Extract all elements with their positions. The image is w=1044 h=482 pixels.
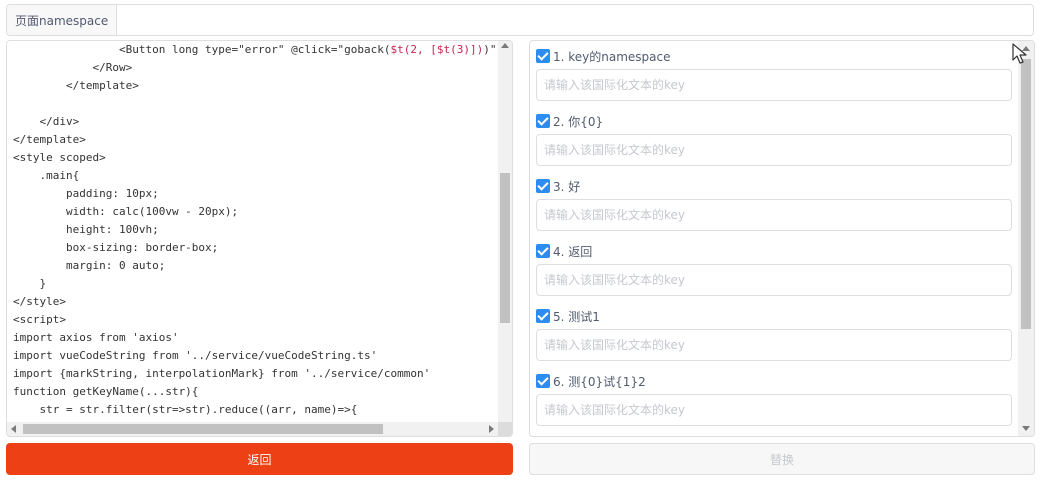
scroll-up-arrow-icon[interactable] (501, 43, 509, 48)
code-token: width: calc(100vw - 20px); (13, 205, 239, 218)
code-token: import axios from 'axios' (13, 331, 179, 344)
code-token: import vueCodeString from '../service/vu… (13, 349, 378, 362)
code-line: function getKeyName(...str){ (13, 383, 498, 401)
key-item-header: 3. 好 (536, 177, 1012, 195)
namespace-input-group: 页面namespace (6, 4, 1034, 36)
code-line: padding: 10px; (13, 185, 498, 203)
code-line: width: calc(100vw - 20px); (13, 203, 498, 221)
key-item-header: 2. 你{0} (536, 112, 1012, 130)
key-list-scroll-thumb[interactable] (1021, 59, 1031, 329)
code-token: padding: 10px; (13, 187, 159, 200)
code-token: <script> (13, 313, 66, 326)
code-token: </Row> (13, 61, 133, 74)
code-line: str = str.filter(str=>str).reduce((arr, … (13, 401, 498, 419)
checkbox-checked-icon[interactable] (536, 179, 550, 193)
code-highlight-token: $t(2, [$t(3)]) (390, 43, 484, 56)
back-button[interactable]: 返回 (6, 443, 513, 475)
code-line: <script> (13, 311, 498, 329)
key-item: 3. 好 (536, 177, 1012, 242)
code-token: </style> (13, 295, 66, 308)
code-line: .main{ (13, 167, 498, 185)
code-line: box-sizing: border-box; (13, 239, 498, 257)
code-token: .main{ (13, 169, 80, 182)
key-item-label: 2. 你{0} (553, 114, 604, 129)
code-token: str = str.filter(str=>str).reduce((arr, … (13, 403, 358, 416)
code-token: </div> (13, 115, 80, 128)
key-item-label: 6. 测{0}试{1}2 (553, 374, 646, 389)
checkbox-checked-icon[interactable] (536, 49, 550, 63)
scroll-right-arrow-icon[interactable] (489, 425, 494, 433)
code-line: margin: 0 auto; (13, 257, 498, 275)
code-vertical-scrollbar[interactable] (498, 41, 512, 422)
key-input[interactable] (536, 394, 1012, 426)
code-line: } (13, 275, 498, 293)
key-item-label: 5. 测试1 (553, 309, 600, 324)
key-item-header: 4. 返回 (536, 242, 1012, 260)
code-line: </style> (13, 293, 498, 311)
code-text: <Button long type="error" @click="goback… (7, 41, 498, 419)
key-list-scrollbar[interactable] (1018, 41, 1034, 436)
key-list: 1. key的namespace 2. 你{0} 3. 好 4. 返回 5. 测试1 6.… (530, 41, 1018, 436)
code-line: <style scoped> (13, 149, 498, 167)
key-input[interactable] (536, 329, 1012, 361)
code-line: import axios from 'axios' (13, 329, 498, 347)
code-token: </template> (13, 79, 139, 92)
code-token: </template> (13, 133, 86, 146)
checkbox-checked-icon[interactable] (536, 309, 550, 323)
code-token: )" (483, 43, 497, 56)
key-item: 1. key的namespace (536, 47, 1012, 112)
key-item: 6. 测{0}试{1}2 (536, 372, 1012, 436)
checkbox-checked-icon[interactable] (536, 244, 550, 258)
code-line: </div> (13, 113, 498, 131)
key-item: 4. 返回 (536, 242, 1012, 307)
code-horizontal-scroll-thumb[interactable] (23, 424, 383, 434)
namespace-input[interactable] (117, 5, 1033, 35)
code-token: function getKeyName(...str){ (13, 385, 199, 398)
code-line: height: 100vh; (13, 221, 498, 239)
code-line: import {markString, interpolationMark} f… (13, 365, 498, 383)
code-token: height: 100vh; (13, 223, 159, 236)
key-list-panel: 1. key的namespace 2. 你{0} 3. 好 4. 返回 5. 测试1 6.… (529, 40, 1035, 437)
replace-button[interactable]: 替换 (529, 443, 1035, 475)
key-item-header: 1. key的namespace (536, 47, 1012, 65)
key-input[interactable] (536, 199, 1012, 231)
code-editor[interactable]: <Button long type="error" @click="goback… (6, 40, 513, 437)
code-horizontal-scrollbar[interactable] (7, 422, 498, 436)
code-token: <style scoped> (13, 151, 106, 164)
code-view[interactable]: <Button long type="error" @click="goback… (7, 41, 498, 422)
key-input[interactable] (536, 134, 1012, 166)
checkbox-checked-icon[interactable] (536, 374, 550, 388)
code-vertical-scroll-thumb[interactable] (500, 173, 510, 323)
code-token: <Button long type="error" @click="goback… (13, 43, 391, 56)
key-item-label: 1. key的namespace (553, 49, 671, 64)
code-line: </Row> (13, 59, 498, 77)
key-item: 2. 你{0} (536, 112, 1012, 177)
code-line: </template> (13, 131, 498, 149)
mouse-pointer-icon (1012, 43, 1027, 64)
code-token: import {markString, interpolationMark} f… (13, 367, 431, 380)
checkbox-checked-icon[interactable] (536, 114, 550, 128)
namespace-label: 页面namespace (7, 5, 118, 35)
key-item-header: 6. 测{0}试{1}2 (536, 372, 1012, 390)
key-item-label: 3. 好 (553, 179, 581, 194)
code-line: <Button long type="error" @click="goback… (13, 41, 498, 59)
code-token: box-sizing: border-box; (13, 241, 219, 254)
code-token: } (13, 277, 47, 290)
key-item: 5. 测试1 (536, 307, 1012, 372)
key-item-label: 4. 返回 (553, 244, 593, 259)
key-input[interactable] (536, 69, 1012, 101)
scroll-down-arrow-icon[interactable] (1022, 426, 1030, 431)
key-input[interactable] (536, 264, 1012, 296)
code-token: margin: 0 auto; (13, 259, 166, 272)
key-item-header: 5. 测试1 (536, 307, 1012, 325)
code-line: import vueCodeString from '../service/vu… (13, 347, 498, 365)
scroll-left-arrow-icon[interactable] (11, 425, 16, 433)
scroll-corner (498, 422, 512, 436)
code-line: </template> (13, 77, 498, 95)
